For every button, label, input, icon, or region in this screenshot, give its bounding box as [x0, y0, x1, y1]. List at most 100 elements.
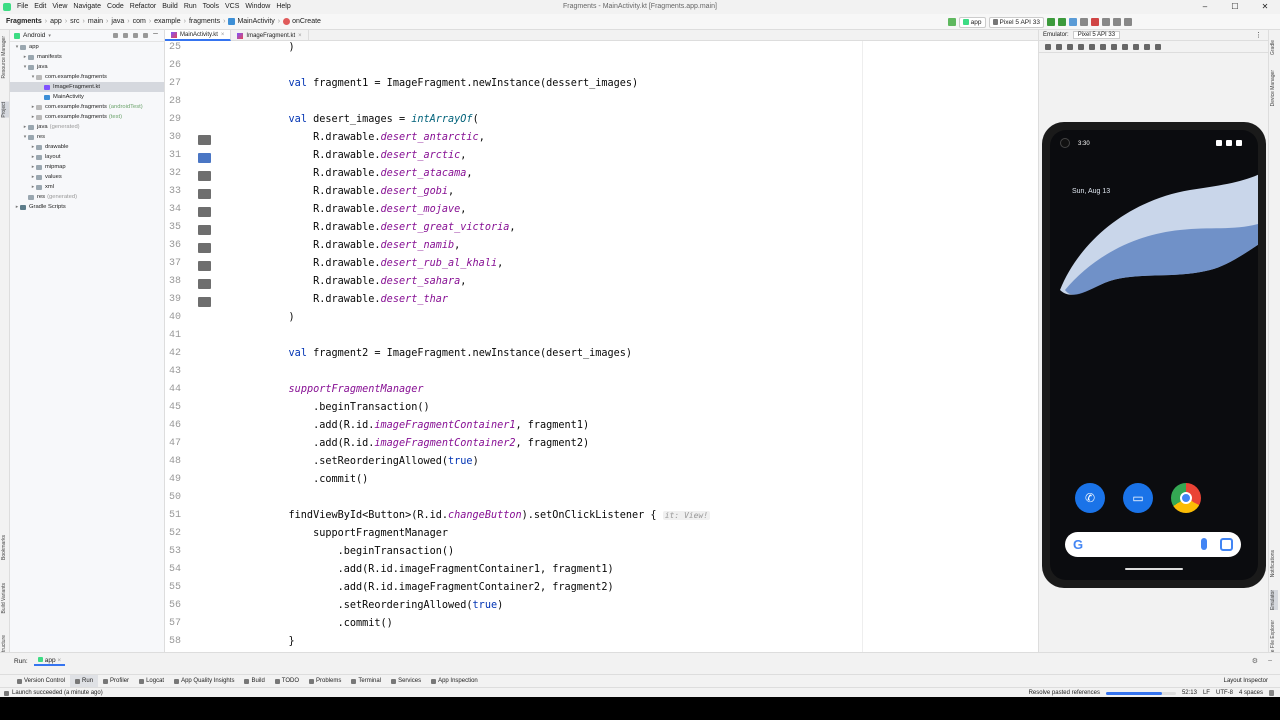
close-icon[interactable]: × [298, 33, 302, 39]
overview-icon[interactable] [1122, 43, 1128, 50]
phone-screen[interactable]: 3:30 Sun, Aug 13 ✆ ▭ G [1050, 130, 1258, 580]
tool-window-tab[interactable]: Services [386, 675, 426, 688]
rotate-right-icon[interactable] [1089, 43, 1095, 50]
menu-item[interactable]: Tools [200, 0, 222, 14]
menu-item[interactable]: Build [159, 0, 181, 14]
breadcrumb-item[interactable]: main [86, 18, 105, 25]
chrome-icon[interactable] [1171, 483, 1201, 513]
more-options-icon[interactable]: ⋮ [1255, 31, 1262, 39]
tree-item[interactable]: ▸ com.example.fragments (androidTest) [10, 102, 164, 112]
breadcrumb-item[interactable]: src [68, 18, 81, 25]
rerun-icon[interactable] [1047, 18, 1055, 26]
extended-controls-icon[interactable] [1155, 43, 1161, 50]
tab-device-manager[interactable]: Device Manager [1270, 70, 1278, 106]
image-preview-icon[interactable] [198, 207, 211, 217]
rotate-left-icon[interactable] [1078, 43, 1084, 50]
collapse-all-icon[interactable] [133, 33, 138, 38]
menu-item[interactable]: Code [104, 0, 127, 14]
tool-window-tab[interactable]: App Quality Insights [169, 675, 239, 688]
tree-item[interactable]: ▾ app [10, 42, 164, 52]
project-view-select[interactable]: Android [23, 32, 45, 39]
tool-window-tab[interactable]: Version Control [12, 675, 70, 688]
tree-item[interactable]: ▸ values [10, 172, 164, 182]
image-preview-icon[interactable] [198, 261, 211, 271]
power-icon[interactable] [1045, 43, 1051, 50]
tree-item[interactable]: ▸ com.example.fragments (test) [10, 112, 164, 122]
home-icon[interactable] [1111, 43, 1117, 50]
menu-item[interactable]: Window [242, 0, 273, 14]
menu-item[interactable]: View [49, 0, 70, 14]
messages-icon[interactable]: ▭ [1123, 483, 1153, 513]
sdk-manager-icon[interactable] [1124, 18, 1132, 26]
gear-icon[interactable]: ⚙ [1252, 657, 1258, 665]
mic-icon[interactable] [1201, 538, 1207, 550]
tree-item[interactable]: ▸ Gradle Scripts [10, 202, 164, 212]
breadcrumb-item[interactable]: example [152, 18, 182, 25]
menu-item[interactable]: Refactor [127, 0, 159, 14]
tree-item[interactable]: ▸ xml [10, 182, 164, 192]
breadcrumb-item[interactable]: java [109, 18, 126, 25]
menu-item[interactable]: Run [181, 0, 200, 14]
editor-tab[interactable]: MainActivity.kt × [165, 30, 232, 41]
tab-build-variants[interactable]: Build Variants [1, 583, 9, 613]
volume-up-icon[interactable] [1056, 43, 1062, 50]
debug-icon[interactable] [1069, 18, 1077, 26]
home-gesture-bar[interactable] [1125, 568, 1183, 570]
tool-window-tab[interactable]: Logcat [134, 675, 169, 688]
menu-item[interactable]: Edit [31, 0, 49, 14]
image-preview-icon[interactable] [198, 189, 211, 199]
google-search-bar[interactable]: G [1065, 532, 1241, 557]
menu-item[interactable]: Navigate [70, 0, 104, 14]
tab-bookmarks[interactable]: Bookmarks [1, 535, 9, 560]
tree-item[interactable]: ▾ com.example.fragments [10, 72, 164, 82]
code-editor[interactable]: 25 26 27 28 29 30 31 32 33 34 35 36 37 38 39 40 41 42 43 44… [165, 41, 1038, 652]
tree-item[interactable]: ▾ java [10, 62, 164, 72]
screenshot-icon[interactable] [1133, 43, 1139, 50]
tree-item[interactable]: ▸ java (generated) [10, 122, 164, 132]
breadcrumb-item[interactable]: app [48, 18, 64, 25]
volume-down-icon[interactable] [1067, 43, 1073, 50]
back-icon[interactable] [1100, 43, 1106, 50]
breadcrumb-item[interactable]: fragments [187, 18, 222, 25]
tool-window-tab[interactable]: Profiler [98, 675, 134, 688]
sync-icon[interactable] [1102, 18, 1110, 26]
editor-tab[interactable]: ImageFragment.kt × [231, 30, 309, 41]
phone-icon[interactable]: ✆ [1075, 483, 1105, 513]
chevron-down-icon[interactable]: ▾ [48, 33, 51, 39]
profile-icon[interactable] [1080, 18, 1088, 26]
locate-icon[interactable] [113, 33, 118, 38]
stop-icon[interactable] [1091, 18, 1099, 26]
hide-icon[interactable] [153, 33, 158, 34]
lock-icon[interactable] [1269, 690, 1274, 696]
maximize-icon[interactable]: ☐ [1220, 0, 1250, 14]
tab-gradle[interactable]: Gradle [1270, 40, 1278, 55]
run-config-tab[interactable]: app × [33, 657, 66, 666]
device-manager-icon[interactable] [1113, 18, 1121, 26]
tree-item[interactable]: ▸ manifests [10, 52, 164, 62]
tab-project[interactable]: Project [1, 102, 9, 118]
close-icon[interactable]: ✕ [1250, 0, 1280, 14]
apply-changes-icon[interactable] [1058, 18, 1066, 26]
tool-window-tab[interactable]: Build [239, 675, 269, 688]
gear-icon[interactable] [143, 33, 148, 38]
image-preview-icon[interactable] [198, 171, 211, 181]
breadcrumb-item[interactable]: Fragments [4, 18, 44, 25]
tree-item[interactable]: ▸ mipmap [10, 162, 164, 172]
menu-item[interactable]: VCS [222, 0, 242, 14]
tool-window-tab[interactable]: Terminal [346, 675, 386, 688]
expand-all-icon[interactable] [123, 33, 128, 38]
tab-notifications[interactable]: Notifications [1270, 550, 1278, 577]
breadcrumb-item[interactable]: onCreate [281, 18, 323, 25]
menu-item[interactable]: Help [273, 0, 293, 14]
tree-item[interactable]: ImageFragment.kt [10, 82, 164, 92]
minimize-icon[interactable]: – [1190, 0, 1220, 14]
image-preview-icon[interactable] [198, 279, 211, 289]
image-preview-icon[interactable] [198, 297, 211, 307]
tree-item[interactable]: ▾ res [10, 132, 164, 142]
breadcrumb-item[interactable]: com [131, 18, 148, 25]
snapshot-icon[interactable] [1144, 43, 1150, 50]
close-icon[interactable]: × [221, 32, 225, 38]
device-select[interactable]: Pixel 5 API 33 [988, 16, 1044, 28]
run-config-select[interactable]: app [958, 16, 986, 28]
image-preview-icon[interactable] [198, 135, 211, 145]
